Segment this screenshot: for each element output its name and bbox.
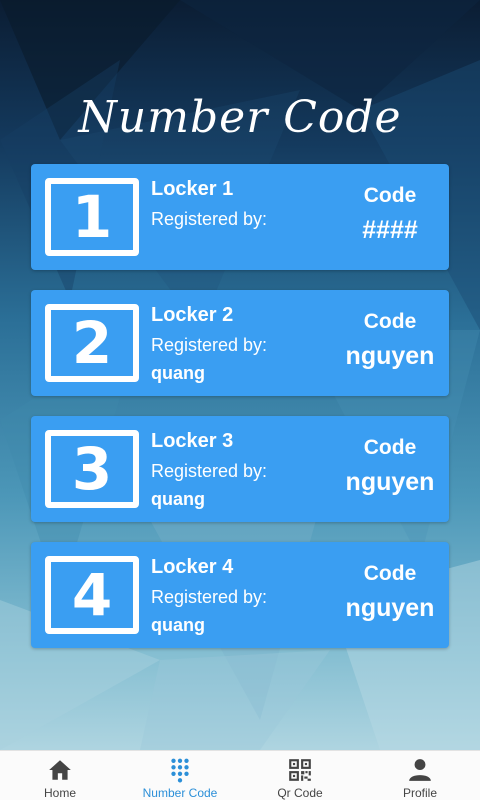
nav-qr-code-label: Qr Code: [277, 786, 323, 800]
nav-qr-code[interactable]: Qr Code: [240, 751, 360, 800]
registered-user: quang: [151, 615, 205, 635]
registered-by-label: Registered by:: [151, 587, 268, 607]
code-value: nguyen: [345, 594, 435, 622]
home-icon: [49, 760, 71, 780]
locker-number: 2: [71, 309, 113, 377]
code-label: Code: [363, 310, 417, 333]
locker-number: 1: [71, 183, 113, 251]
locker-name: Locker 2: [151, 304, 234, 326]
dialpad-icon: [171, 758, 189, 783]
code-label: Code: [363, 436, 417, 459]
nav-number-code-label: Number Code: [142, 786, 218, 800]
registered-by-label: Registered by:: [151, 461, 268, 481]
nav-home[interactable]: Home: [0, 751, 120, 800]
locker-card-3[interactable]: 3 Locker 3 Registered by: quang Code ngu…: [31, 416, 449, 522]
locker-card-4[interactable]: 4 Locker 4 Registered by: quang Code ngu…: [31, 542, 449, 648]
locker-card-2[interactable]: 2 Locker 2 Registered by: quang Code ngu…: [31, 290, 449, 396]
nav-number-code[interactable]: Number Code: [120, 751, 240, 800]
nav-profile[interactable]: Profile: [360, 751, 480, 800]
code-value: ####: [362, 216, 418, 244]
registered-user: quang: [151, 489, 205, 509]
code-value: nguyen: [345, 468, 435, 496]
bottom-navigation: Home Number Code Qr Code Profile: [0, 750, 480, 800]
code-label: Code: [363, 184, 417, 207]
locker-number-badge: 2: [45, 304, 139, 382]
registered-by-label: Registered by:: [151, 209, 268, 229]
registered-user: quang: [151, 363, 205, 383]
person-icon: [409, 759, 431, 781]
qr-code-icon: [289, 759, 311, 781]
code-value: nguyen: [345, 342, 435, 370]
locker-name: Locker 3: [151, 430, 234, 452]
registered-by-label: Registered by:: [151, 335, 268, 355]
locker-number: 4: [71, 561, 113, 629]
nav-home-label: Home: [43, 786, 76, 800]
locker-number-badge: 4: [45, 556, 139, 634]
locker-number: 3: [71, 435, 113, 503]
nav-profile-label: Profile: [402, 786, 437, 800]
locker-number-badge: 1: [45, 178, 139, 256]
locker-name: Locker 4: [151, 556, 234, 578]
locker-card-1[interactable]: 1 Locker 1 Registered by: Code ####: [31, 164, 449, 270]
page-title: Number Code: [78, 92, 402, 143]
locker-number-badge: 3: [45, 430, 139, 508]
locker-name: Locker 1: [151, 178, 234, 200]
code-label: Code: [363, 562, 417, 585]
